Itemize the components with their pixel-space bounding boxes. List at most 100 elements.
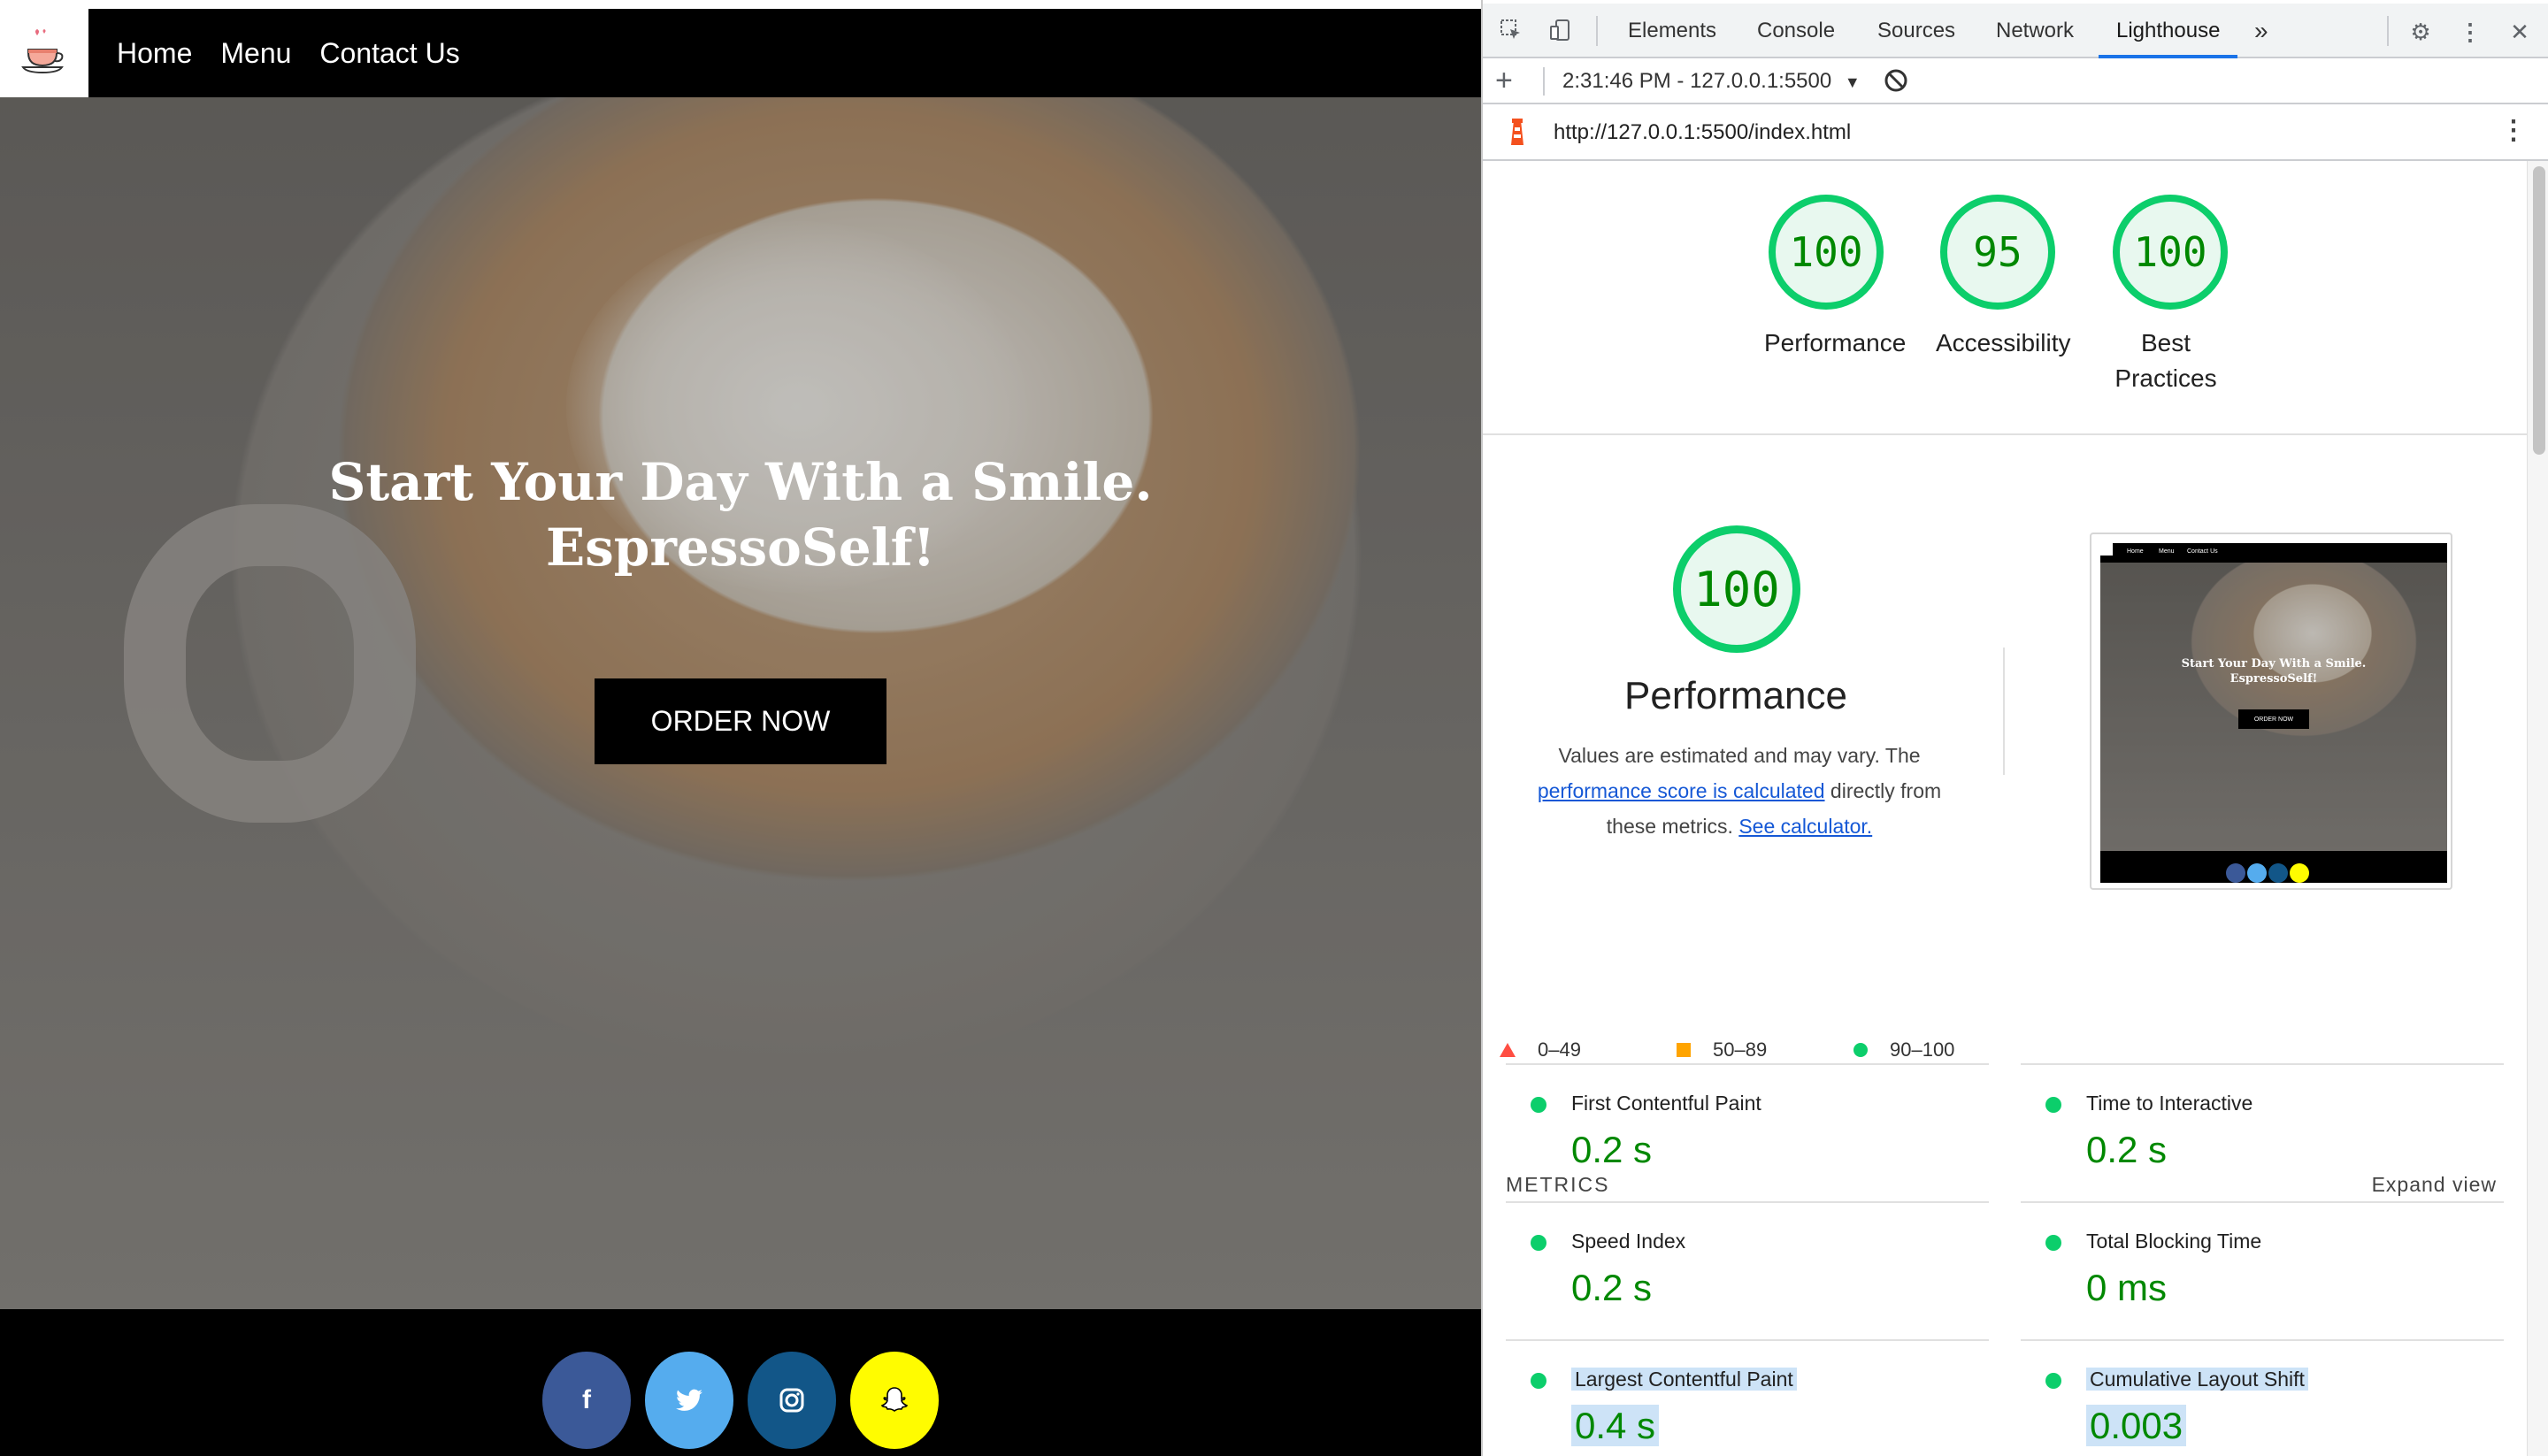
thumbnail-image: Home Menu Contact Us Start Your Day With… <box>2100 543 2447 883</box>
hero-heading-line2: EspressoSelf! <box>545 517 936 578</box>
thumbnail-nav-contact: Contact Us <box>2187 548 2218 555</box>
score-calculated-link[interactable]: performance score is calculated <box>1538 779 1825 802</box>
tab-lighthouse[interactable]: Lighthouse <box>2099 4 2238 58</box>
more-tabs-icon[interactable]: » <box>2254 4 2268 58</box>
legend-fail-range: 0–49 <box>1538 1038 1581 1061</box>
site-navbar: Home Menu Contact Us <box>0 9 1481 97</box>
desc-text-3: these metrics. <box>1606 815 1733 838</box>
site-logo[interactable] <box>0 9 88 97</box>
site-footer: f <box>0 1309 1481 1456</box>
order-now-button[interactable]: ORDER NOW <box>595 678 886 764</box>
inspect-element-icon[interactable] <box>1497 18 1525 46</box>
metric-cumulative-layout-shift: Cumulative Layout Shift 0.003 <box>2021 1339 2504 1456</box>
legend-average: 50–89 <box>1676 1038 1767 1061</box>
thumbnail-order-button: ORDER NOW <box>2238 709 2309 729</box>
thumbnail-heading: Start Your Day With a Smile. EspressoSel… <box>2100 656 2447 686</box>
nav-menu-link[interactable]: Menu <box>220 37 291 70</box>
tab-separator-right <box>2387 16 2389 46</box>
facebook-icon[interactable]: f <box>542 1352 631 1449</box>
report-scrollbar[interactable] <box>2527 161 2548 1456</box>
metric-value: 0.003 <box>2086 1405 2187 1447</box>
instagram-icon[interactable] <box>748 1352 836 1449</box>
tab-elements[interactable]: Elements <box>1628 4 1716 58</box>
legend-pass-range: 90–100 <box>1890 1038 1955 1061</box>
desc-text-1: Values are estimated and may vary. The <box>1558 744 1921 767</box>
thumbnail-heading-line2: EspressoSelf! <box>2230 672 2318 686</box>
gauge-score: 95 <box>1973 228 2022 276</box>
toolbar-separator <box>1543 67 1545 96</box>
metric-largest-contentful-paint: Largest Contentful Paint 0.4 s <box>1506 1339 1989 1456</box>
performance-description: Values are estimated and may vary. The p… <box>1509 738 1969 844</box>
score-legend: 0–49 50–89 90–100 <box>1499 1038 1994 1065</box>
gauge-score: 100 <box>2133 228 2207 276</box>
more-options-icon[interactable]: ⋮ <box>2456 18 2484 46</box>
report-url[interactable]: http://127.0.0.1:5500/index.html <box>1554 120 1851 145</box>
website-viewport: Home Menu Contact Us Start Your Day With… <box>0 0 1481 1456</box>
metric-value: 0.2 s <box>2086 1129 2168 1170</box>
pass-circle-icon <box>1531 1373 1546 1389</box>
thumbnail-overlay <box>2100 563 2447 851</box>
performance-big-gauge: 100 <box>1673 525 1800 653</box>
thumbnail-logo <box>2100 543 2113 556</box>
tab-network[interactable]: Network <box>1996 4 2074 58</box>
gauge-ring: 100 <box>2113 195 2228 310</box>
lighthouse-report: 100 Performance 95 Accessibility 100 Bes… <box>1483 161 2527 1456</box>
metric-name-text: Cumulative Layout Shift <box>2086 1368 2308 1391</box>
clear-reports-icon[interactable] <box>1883 67 1909 100</box>
lighthouse-icon <box>1506 117 1529 153</box>
tab-console[interactable]: Console <box>1757 4 1835 58</box>
thumbnail-facebook-icon <box>2226 863 2245 883</box>
pass-circle-icon <box>2045 1373 2061 1389</box>
gauge-label: Performance <box>1764 329 1907 356</box>
top-strip <box>0 0 1481 9</box>
metric-value-text: 0.4 s <box>1571 1405 1660 1446</box>
metric-name: First Contentful Paint <box>1571 1092 1761 1115</box>
report-selector-value: 2:31:46 PM - 127.0.0.1:5500 <box>1562 69 1832 93</box>
coffee-cup-logo-icon <box>21 29 64 74</box>
legend-pass: 90–100 <box>1853 1038 1954 1061</box>
gauge-ring: 100 <box>1769 195 1884 310</box>
hero-heading-line1: Start Your Day With a Smile. <box>328 452 1153 512</box>
device-toolbar-icon[interactable] <box>1546 18 1575 46</box>
thumbnail-heading-line1: Start Your Day With a Smile. <box>2181 657 2367 671</box>
gauge-score: 100 <box>1789 228 1863 276</box>
pass-circle-icon <box>1853 1043 1868 1057</box>
thumbnail-snapchat-icon <box>2290 863 2309 883</box>
metric-value: 0.4 s <box>1571 1405 1660 1447</box>
see-calculator-link[interactable]: See calculator. <box>1738 815 1872 838</box>
settings-gear-icon[interactable]: ⚙ <box>2406 18 2435 46</box>
gauge-label: Accessibility <box>1936 329 2071 356</box>
thumbnail-nav-menu: Menu <box>2159 548 2175 555</box>
twitter-icon[interactable] <box>645 1352 733 1449</box>
devtools-tab-bar: Elements Console Sources Network Lightho… <box>1483 4 2548 58</box>
metric-name: Speed Index <box>1571 1230 1686 1253</box>
snapchat-icon[interactable] <box>850 1352 939 1449</box>
pass-circle-icon <box>2045 1097 2061 1113</box>
url-more-options-icon[interactable]: ⋮ <box>2500 115 2527 146</box>
metric-name-text: Largest Contentful Paint <box>1571 1368 1797 1391</box>
gauge-accessibility[interactable]: 95 Accessibility <box>1936 195 2071 361</box>
vertical-separator <box>2003 648 2005 775</box>
nav-home-link[interactable]: Home <box>117 37 192 70</box>
metric-time-to-interactive: Time to Interactive 0.2 s <box>2021 1063 2504 1201</box>
thumbnail-twitter-icon <box>2247 863 2267 883</box>
gauge-best-practices[interactable]: 100 Best Practices <box>2113 195 2228 396</box>
pass-circle-icon <box>2045 1235 2061 1251</box>
final-screenshot-thumbnail[interactable]: Home Menu Contact Us Start Your Day With… <box>2090 533 2452 890</box>
tab-separator <box>1596 16 1598 46</box>
scrollbar-thumb[interactable] <box>2533 166 2545 455</box>
fail-triangle-icon <box>1500 1043 1516 1057</box>
performance-title: Performance <box>1624 674 1847 717</box>
average-square-icon <box>1677 1043 1691 1057</box>
report-selector[interactable]: 2:31:46 PM - 127.0.0.1:5500 ▼ <box>1562 69 1861 94</box>
tab-sources[interactable]: Sources <box>1877 4 1955 58</box>
lighthouse-toolbar: + 2:31:46 PM - 127.0.0.1:5500 ▼ <box>1483 58 2548 104</box>
close-icon[interactable]: ✕ <box>2506 18 2534 46</box>
gauge-ring: 95 <box>1940 195 2055 310</box>
section-divider <box>1483 433 2527 435</box>
nav-contact-link[interactable]: Contact Us <box>319 37 459 70</box>
metric-value: 0 ms <box>2086 1267 2168 1308</box>
new-report-icon[interactable]: + <box>1495 65 1513 96</box>
gauge-performance[interactable]: 100 Performance <box>1764 195 1907 361</box>
dropdown-arrow-icon: ▼ <box>1844 73 1861 91</box>
